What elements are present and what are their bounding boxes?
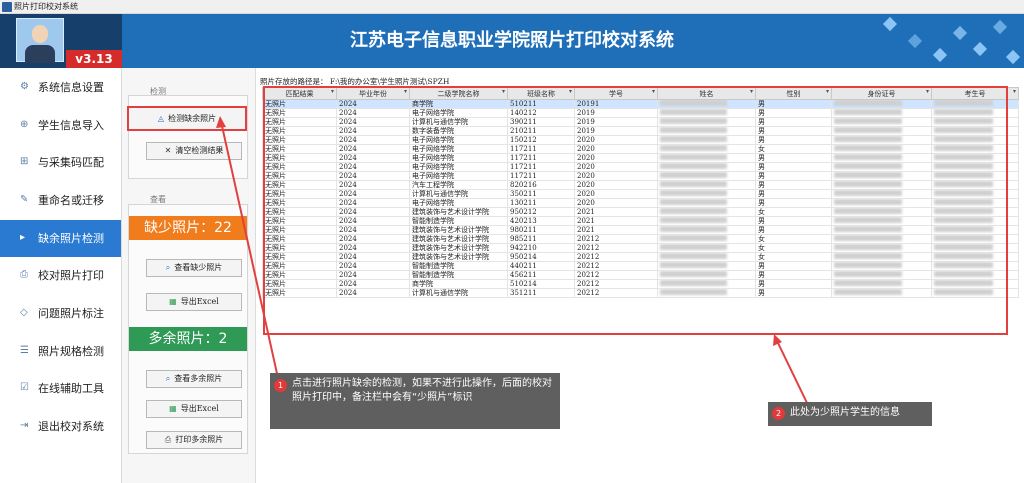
callout-2: 2 此处为少照片学生的信息 [768,402,932,426]
sidebar-item-exit[interactable]: ⇥ 退出校对系统 [0,408,121,445]
sidebar-item-spec-check[interactable]: ☰ 照片规格检测 [0,333,121,370]
sidebar-item-photo-detect[interactable]: ▸ 缺余照片检测 [0,220,121,257]
export-missing-excel-button[interactable]: ▦ 导出Excel [146,293,242,311]
print-icon: ⎙ [20,269,28,280]
detect-icon: ◬ [157,114,165,123]
sidebar-item-code-match[interactable]: ⊞ 与采集码匹配 [0,144,121,181]
close-icon: ✕ [164,146,172,155]
spec-icon: ☰ [20,345,29,356]
tool-icon: ☑ [20,382,29,393]
search-icon: ⌕ [165,263,171,272]
print-extra-button[interactable]: ⎙ 打印多余照片 [146,431,242,449]
view-missing-button[interactable]: ⌕ 查看缺少照片 [146,259,242,277]
decoration-diamond-icon [952,25,968,41]
decoration-diamond-icon [907,33,923,49]
gear-icon: ⚙ [20,81,29,92]
match-icon: ⊞ [20,156,29,167]
callout-1: 1 点击进行照片缺余的检测，如果不进行此操作，后面的校对照片打印中，备注栏中会有… [270,373,560,429]
app-header: v3.13 江苏电子信息职业学院照片打印校对系统 [0,14,1024,68]
decoration-diamond-icon [992,19,1008,35]
detect-missing-button[interactable]: ◬ 检测缺余照片 [127,106,247,131]
search-icon: ⌕ [165,374,171,383]
excel-icon: ▦ [169,404,177,413]
callout-number: 1 [274,379,287,392]
window-titlebar: 照片打印校对系统 [0,0,1024,14]
filter-dropdown-icon[interactable]: ▾ [1013,88,1016,95]
sidebar: ⚙ 系统信息设置 ⊕ 学生信息导入 ⊞ 与采集码匹配 ✎ 重命名或迁移 ▸ 缺余照片检测 … [0,68,122,483]
clear-results-button[interactable]: ✕ 清空检测结果 [146,142,242,160]
view-extra-button[interactable]: ⌕ 查看多余照片 [146,370,242,388]
table-highlight-box [263,86,1008,335]
window-title: 照片打印校对系统 [14,2,78,11]
version-badge: v3.13 [66,50,122,68]
exit-icon: ⇥ [20,420,29,431]
printer-icon: ⎙ [164,435,172,444]
logo: v3.13 [0,14,122,68]
callout-number: 2 [772,407,785,420]
detect-icon: ▸ [20,232,26,243]
sidebar-item-rename[interactable]: ✎ 重命名或迁移 [0,182,121,219]
sidebar-item-issue-tag[interactable]: ◇ 问题照片标注 [0,295,121,332]
decoration-diamond-icon [932,47,948,63]
callout-2-text: 此处为少照片学生的信息 [790,407,900,418]
app-title: 江苏电子信息职业学院照片打印校对系统 [350,30,674,51]
tag-icon: ◇ [20,307,28,318]
sidebar-item-print-check[interactable]: ⎙ 校对照片打印 [0,257,121,294]
avatar-icon [16,18,64,63]
sidebar-item-online-tools[interactable]: ☑ 在线辅助工具 [0,370,121,407]
missing-count-banner: 缺少照片：22 [129,216,247,240]
app-icon [2,2,12,12]
sidebar-item-system-settings[interactable]: ⚙ 系统信息设置 [0,69,121,106]
excel-icon: ▦ [169,297,177,306]
extra-count-banner: 多余照片：2 [129,327,247,351]
callout-1-text: 点击进行照片缺余的检测，如果不进行此操作，后面的校对照片打印中，备注栏中会有“少… [292,378,552,403]
decoration-diamond-icon [972,41,988,57]
sidebar-item-student-import[interactable]: ⊕ 学生信息导入 [0,107,121,144]
rename-icon: ✎ [20,194,29,205]
import-icon: ⊕ [20,119,29,130]
export-extra-excel-button[interactable]: ▦ 导出Excel [146,400,242,418]
decoration-diamond-icon [1005,49,1021,65]
